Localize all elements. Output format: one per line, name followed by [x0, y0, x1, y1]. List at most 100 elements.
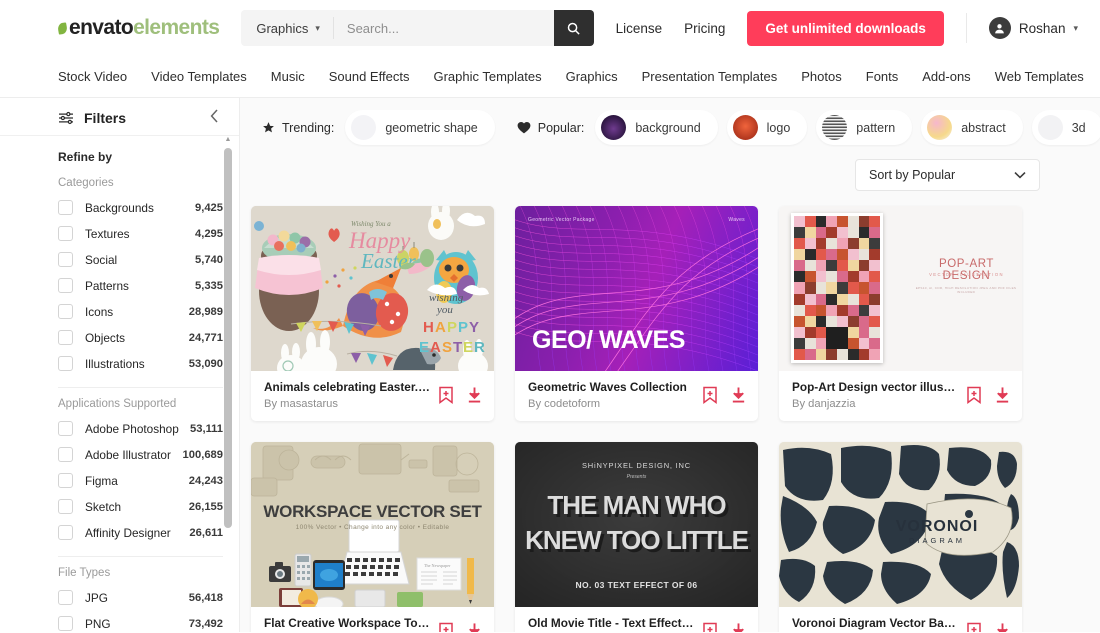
result-thumbnail[interactable]: Geometric Vector Package Waves GEO/ WAVE…: [515, 206, 758, 371]
nav-item-photos[interactable]: Photos: [801, 69, 841, 84]
add-to-collection-button[interactable]: [702, 622, 718, 632]
nav-item-sound-effects[interactable]: Sound Effects: [329, 69, 410, 84]
chip-geometric-shape[interactable]: geometric shape: [345, 110, 495, 145]
header-link-license[interactable]: License: [616, 21, 663, 36]
checkbox-backgrounds[interactable]: [58, 200, 73, 215]
download-button[interactable]: [466, 622, 483, 632]
result-thumbnail[interactable]: Wishing You a Happy Easter wishing you H…: [251, 206, 494, 371]
search-category-dropdown[interactable]: Graphics ▾: [241, 10, 333, 46]
nav-item-graphic-templates[interactable]: Graphic Templates: [433, 69, 541, 84]
filter-row-social[interactable]: Social 5,740: [58, 247, 223, 272]
filter-row-textures[interactable]: Textures 4,295: [58, 221, 223, 246]
checkbox-png[interactable]: [58, 616, 73, 631]
checkbox-jpg[interactable]: [58, 590, 73, 605]
checkbox-adobe-photoshop[interactable]: [58, 421, 73, 436]
filter-row-icons[interactable]: Icons 28,989: [58, 299, 223, 324]
filter-row-objects[interactable]: Objects 24,771: [58, 325, 223, 350]
add-to-collection-button[interactable]: [438, 622, 454, 632]
filter-row-illustrations[interactable]: Illustrations 53,090: [58, 351, 223, 376]
filter-row-sketch[interactable]: Sketch 26,155: [58, 494, 223, 519]
result-author[interactable]: By danjazzia: [792, 398, 958, 410]
scroll-up-arrow-icon[interactable]: ▲: [224, 136, 232, 143]
result-thumbnail[interactable]: VORONOI DIAGRAM: [779, 442, 1022, 607]
nav-item-addons[interactable]: Add-ons: [922, 69, 970, 84]
result-author[interactable]: By masastarus: [264, 398, 430, 410]
checkbox-figma[interactable]: [58, 473, 73, 488]
result-title[interactable]: Geometric Waves Collection: [528, 380, 694, 394]
result-title[interactable]: Animals celebrating Easter. Vector s...: [264, 380, 430, 394]
trending-label: Trending:: [282, 120, 335, 135]
nav-item-web-templates[interactable]: Web Templates: [995, 69, 1084, 84]
result-title[interactable]: Flat Creative Workspace Tools: [264, 616, 430, 630]
result-card[interactable]: POP-ART DESIGN VECTOR ILLUSTRATION EPS10…: [779, 206, 1022, 421]
filter-row-adobe-photoshop[interactable]: Adobe Photoshop 53,111: [58, 416, 223, 441]
filter-row-adobe-illustrator[interactable]: Adobe Illustrator 100,689: [58, 442, 223, 467]
checkbox-icons[interactable]: [58, 304, 73, 319]
nav-item-stock-video[interactable]: Stock Video: [58, 69, 127, 84]
search-button[interactable]: [553, 10, 594, 46]
chip-abstract[interactable]: abstract: [921, 110, 1023, 145]
result-card[interactable]: Geometric Vector Package Waves GEO/ WAVE…: [515, 206, 758, 421]
get-unlimited-downloads-button[interactable]: Get unlimited downloads: [747, 10, 944, 46]
nav-item-music[interactable]: Music: [271, 69, 305, 84]
filter-label: Affinity Designer: [85, 525, 171, 540]
add-to-collection-button[interactable]: [966, 386, 982, 404]
checkbox-patterns[interactable]: [58, 278, 73, 293]
leaf-icon: [57, 21, 68, 35]
checkbox-social[interactable]: [58, 252, 73, 267]
nav-item-graphics[interactable]: Graphics: [566, 69, 618, 84]
checkbox-adobe-illustrator[interactable]: [58, 447, 73, 462]
checkbox-sketch[interactable]: [58, 499, 73, 514]
filters-sidebar: Filters Refine by Categories Backgrounds…: [0, 98, 240, 632]
result-card[interactable]: SHiNYPIXEL DESIGN, INC Presents THE MAN …: [515, 442, 758, 632]
result-thumbnail[interactable]: SHiNYPIXEL DESIGN, INC Presents THE MAN …: [515, 442, 758, 607]
download-button[interactable]: [994, 622, 1011, 632]
result-thumbnail[interactable]: POP-ART DESIGN VECTOR ILLUSTRATION EPS10…: [779, 206, 1022, 371]
collapse-sidebar-button[interactable]: [204, 105, 225, 130]
filter-row-jpg[interactable]: JPG 56,418: [58, 585, 223, 610]
account-menu[interactable]: Roshan ▾: [988, 17, 1078, 39]
header-link-pricing[interactable]: Pricing: [684, 21, 725, 36]
filter-count: 100,689: [182, 448, 223, 461]
filter-row-backgrounds[interactable]: Backgrounds 9,425: [58, 195, 223, 220]
scrollbar-thumb[interactable]: [224, 148, 232, 528]
search-input[interactable]: [333, 10, 554, 46]
add-to-collection-button[interactable]: [966, 622, 982, 632]
checkbox-objects[interactable]: [58, 330, 73, 345]
checkbox-affinity-designer[interactable]: [58, 525, 73, 540]
result-thumbnail[interactable]: The Newspaper WORKSPACE VECTOR SET 100% …: [251, 442, 494, 607]
chip-background[interactable]: background: [595, 110, 718, 145]
result-card-text: Animals celebrating Easter. Vector s... …: [264, 380, 430, 410]
add-to-collection-button[interactable]: [702, 386, 718, 404]
logo-elements-text: elements: [133, 16, 220, 39]
chip-3d[interactable]: 3d: [1031, 110, 1100, 145]
sidebar-scrollbar[interactable]: ▲: [224, 136, 232, 632]
result-card[interactable]: VORONOI DIAGRAM Voronoi Diagram Vector B…: [779, 442, 1022, 632]
sort-dropdown[interactable]: Sort by Popular: [855, 159, 1040, 191]
svg-text:R: R: [474, 339, 485, 356]
checkbox-illustrations[interactable]: [58, 356, 73, 371]
nav-item-fonts[interactable]: Fonts: [866, 69, 899, 84]
result-card[interactable]: The Newspaper WORKSPACE VECTOR SET 100% …: [251, 442, 494, 632]
chip-logo[interactable]: logo: [726, 110, 808, 145]
nav-item-presentation-templates[interactable]: Presentation Templates: [642, 69, 778, 84]
result-author[interactable]: By codetoform: [528, 398, 694, 410]
chip-pattern[interactable]: pattern: [816, 110, 913, 145]
filter-row-png[interactable]: PNG 73,492: [58, 611, 223, 632]
download-button[interactable]: [730, 622, 747, 632]
workspace-art: The Newspaper WORKSPACE VECTOR SET 100% …: [251, 442, 494, 607]
filter-row-figma[interactable]: Figma 24,243: [58, 468, 223, 493]
download-button[interactable]: [730, 386, 747, 404]
download-button[interactable]: [994, 386, 1011, 404]
result-title[interactable]: Voronoi Diagram Vector Backgrounds: [792, 616, 958, 630]
result-title[interactable]: Pop-Art Design vector illustration: [792, 380, 958, 394]
checkbox-textures[interactable]: [58, 226, 73, 241]
download-button[interactable]: [466, 386, 483, 404]
result-card[interactable]: Wishing You a Happy Easter wishing you H…: [251, 206, 494, 421]
envato-elements-logo[interactable]: envato elements: [57, 16, 220, 40]
filter-row-affinity-designer[interactable]: Affinity Designer 26,611: [58, 520, 223, 545]
result-title[interactable]: Old Movie Title - Text Effect n° 3 of 6: [528, 616, 694, 630]
add-to-collection-button[interactable]: [438, 386, 454, 404]
nav-item-video-templates[interactable]: Video Templates: [151, 69, 247, 84]
filter-row-patterns[interactable]: Patterns 5,335: [58, 273, 223, 298]
